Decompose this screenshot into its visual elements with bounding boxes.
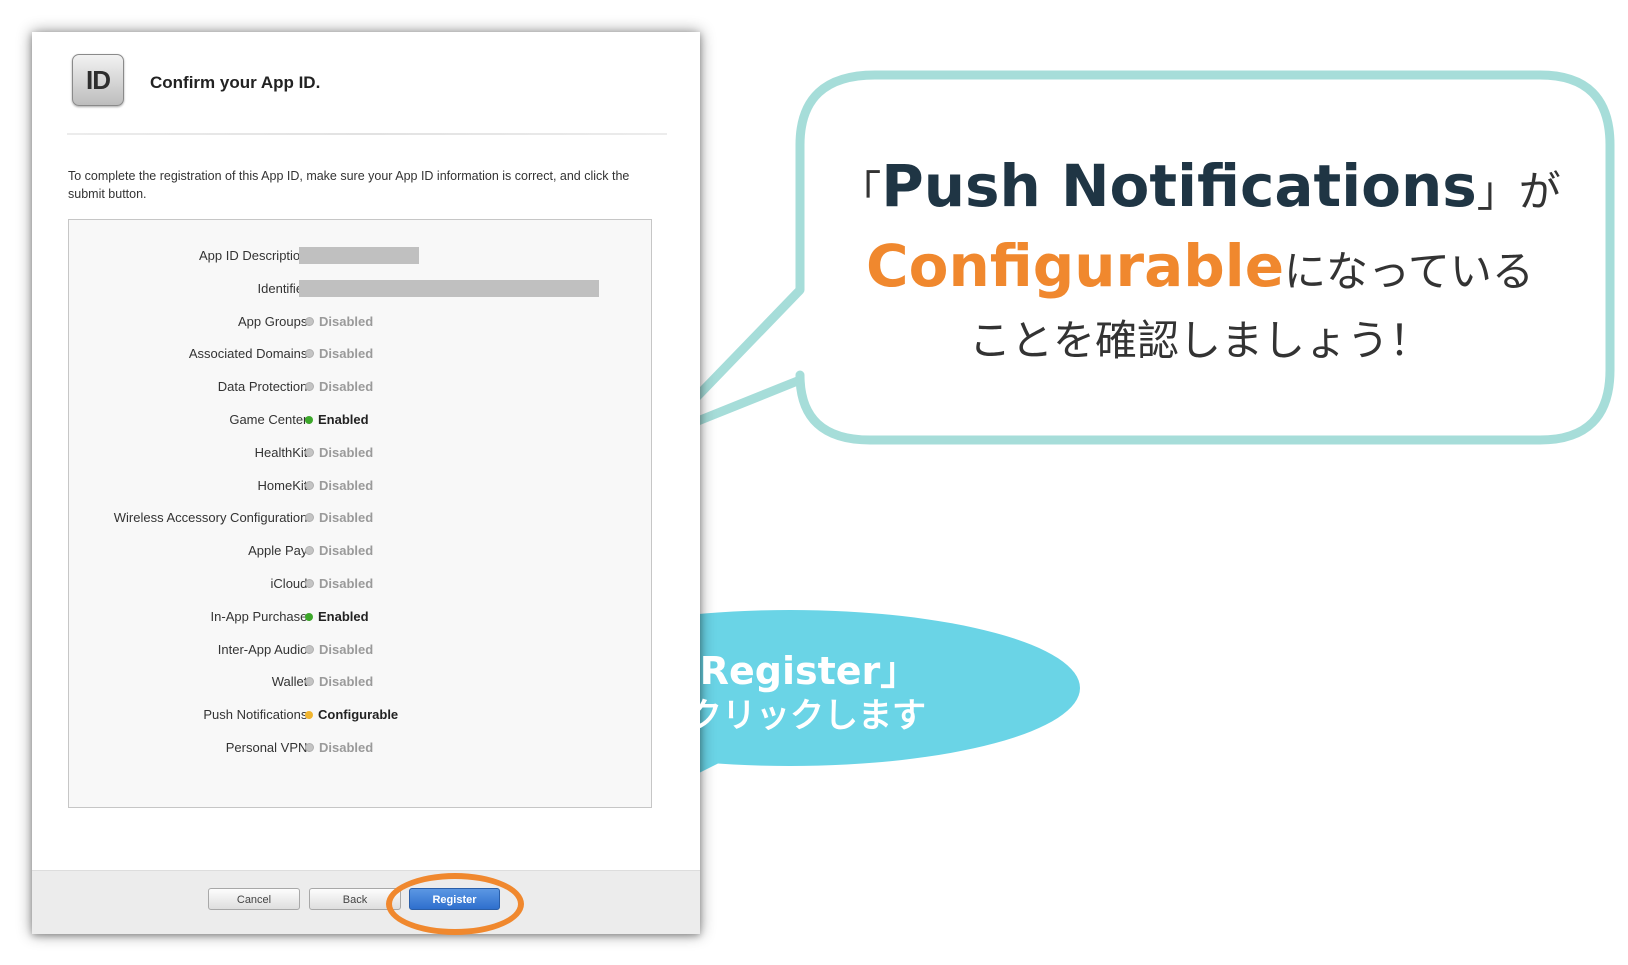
push-notifications-keyword: Push Notifications	[881, 152, 1477, 220]
status-text: Disabled	[319, 379, 374, 395]
status-value-disabled: Disabled	[305, 379, 373, 394]
app-id-icon: ID	[72, 54, 124, 106]
info-row: HealthKit: Disabled	[69, 442, 651, 464]
info-row: App Groups: Disabled	[69, 311, 651, 333]
info-row-label: In-App Purchase:	[210, 608, 311, 624]
dialog-footer: Cancel Back Register	[32, 870, 700, 934]
status-text: Disabled	[319, 510, 374, 526]
info-row-label: Wireless Accessory Configuration:	[113, 510, 311, 526]
status-value-enabled: Enabled	[305, 412, 369, 427]
status-value-disabled: Disabled	[305, 642, 373, 657]
info-row: App ID Description:	[69, 245, 651, 267]
status-value-disabled: Disabled	[305, 445, 373, 460]
info-row-label: Associated Domains:	[188, 346, 311, 362]
status-text: Disabled	[319, 740, 374, 755]
redacted-value	[299, 247, 419, 264]
status-value-disabled: Disabled	[305, 314, 373, 329]
main-callout-line3: ことを確認しましょう！	[968, 316, 1431, 365]
status-text: Enabled	[318, 608, 369, 624]
info-row-label: Data Protection:	[217, 379, 311, 395]
status-dot-icon	[305, 513, 314, 523]
status-dot-icon	[305, 579, 314, 588]
status-dot-icon	[305, 743, 314, 752]
info-row: Wallet: Disabled	[69, 671, 651, 693]
status-text: Disabled	[319, 674, 374, 690]
main-callout-line2: Configurableになっている	[790, 228, 1610, 310]
info-row: Personal VPN: Disabled	[69, 737, 651, 759]
intro-text: To complete the registration of this App…	[68, 169, 630, 201]
info-row: HomeKit: Disabled	[69, 475, 651, 497]
status-text: Disabled	[319, 313, 374, 329]
status-text: Disabled	[319, 346, 374, 362]
app-id-info-box: App ID Description: Identifier: App Groups…	[68, 219, 652, 808]
status-text: Disabled	[319, 543, 374, 559]
cancel-button[interactable]: Cancel	[208, 888, 300, 910]
info-row-label: App ID Description:	[199, 248, 311, 263]
status-dot-icon	[305, 546, 314, 556]
status-dot-icon	[305, 382, 314, 392]
status-value-configurable: Configurable	[305, 707, 398, 722]
info-row-label: App Groups:	[238, 313, 311, 329]
line2-rest: になっている	[1284, 247, 1534, 296]
status-dot-icon	[305, 316, 314, 326]
status-dot-icon	[305, 447, 314, 457]
status-value-disabled: Disabled	[305, 478, 373, 493]
status-dot-icon	[305, 644, 314, 654]
status-text: Disabled	[319, 444, 374, 460]
info-row-label: Inter-App Audio:	[217, 641, 311, 657]
status-dot-icon	[305, 416, 313, 424]
title-divider	[67, 133, 667, 135]
status-text: Disabled	[319, 576, 374, 591]
confirm-app-id-dialog: ID Confirm your App ID. To complete the …	[32, 32, 700, 934]
register-callout-line2: をクリックします	[654, 696, 926, 736]
status-dot-icon	[305, 480, 314, 490]
app-id-icon-text: ID	[86, 64, 111, 95]
info-row: Push Notifications: Configurable	[69, 704, 651, 726]
info-row-label: HomeKit:	[257, 477, 311, 493]
status-dot-icon	[305, 711, 313, 720]
dialog-title: Confirm your App ID.	[150, 73, 321, 92]
status-text: Disabled	[319, 641, 374, 657]
register-highlight-ring	[386, 873, 524, 935]
info-row-label: HealthKit:	[254, 444, 311, 460]
status-value-disabled: Disabled	[305, 543, 373, 558]
main-callout-text: 「Push Notifications」が Configurableになっている…	[790, 150, 1610, 372]
status-dot-icon	[305, 612, 313, 621]
status-text: Disabled	[319, 477, 374, 493]
status-dot-icon	[305, 677, 314, 687]
redacted-value	[299, 279, 599, 297]
status-dot-icon	[305, 349, 314, 359]
info-row-label: Apple Pay:	[248, 543, 311, 559]
info-row-label: Push Notifications:	[203, 707, 311, 723]
close-bracket-ga: 」が	[1476, 167, 1561, 216]
info-row: Wireless Accessory Configuration: Disable…	[69, 507, 651, 529]
info-row: In-App Purchase: Enabled	[69, 606, 651, 628]
info-row: Apple Pay: Disabled	[69, 540, 651, 562]
info-row: Inter-App Audio: Disabled	[69, 639, 651, 661]
register-callout-line1: 「Register」	[661, 649, 919, 693]
info-row-label: Personal VPN:	[225, 740, 311, 755]
configurable-highlight: Configurable	[866, 232, 1285, 300]
status-value-disabled: Disabled	[305, 674, 373, 689]
info-row: Data Protection: Disabled	[69, 376, 651, 398]
status-value-disabled: Disabled	[305, 346, 373, 361]
info-row: Game Center: Enabled	[69, 409, 651, 431]
status-value-disabled: Disabled	[305, 576, 373, 591]
status-value-enabled: Enabled	[305, 609, 369, 624]
register-callout-text: 「Register」 をクリックします	[590, 648, 990, 738]
info-row: Associated Domains: Disabled	[69, 343, 651, 365]
main-callout-line1: 「Push Notifications」が	[790, 150, 1610, 228]
open-bracket: 「	[839, 167, 882, 216]
info-row: Identifier:	[69, 278, 651, 300]
status-value-disabled: Disabled	[305, 740, 373, 755]
status-value-disabled: Disabled	[305, 510, 373, 525]
info-row-label: Game Center:	[229, 412, 311, 427]
info-row: iCloud: Disabled	[69, 573, 651, 595]
status-text: Configurable	[318, 707, 399, 723]
status-text: Enabled	[318, 412, 369, 427]
